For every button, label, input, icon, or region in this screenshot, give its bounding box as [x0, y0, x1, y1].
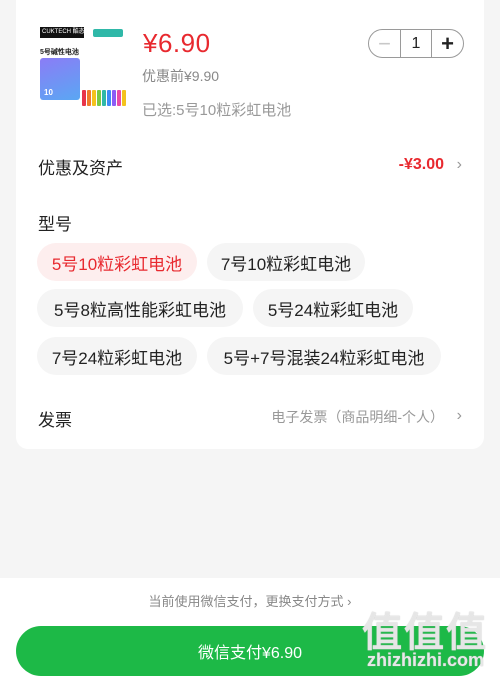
chevron-right-icon[interactable]: ›: [457, 156, 462, 174]
discount-label[interactable]: 优惠及资产: [38, 154, 123, 179]
product-price: ¥6.90: [143, 28, 211, 58]
battery-icon: [102, 90, 106, 106]
product-image: CUKTECH 酷态科 5号碱性电池 10: [38, 24, 126, 110]
thumb-brand: CUKTECH 酷态科: [40, 27, 84, 38]
quantity-value[interactable]: 1: [400, 30, 432, 57]
battery-icon: [112, 90, 116, 106]
model-option[interactable]: 5号10粒彩虹电池: [37, 243, 197, 281]
invoice-value[interactable]: 电子发票（商品明细-个人）: [271, 407, 444, 427]
payment-bar: 当前使用微信支付，更换支付方式 › 微信支付¥6.90 值值值 zhizhizh…: [0, 578, 500, 684]
selected-spec: 已选:5号10粒彩虹电池: [142, 102, 292, 119]
original-price: 优惠前¥9.90: [142, 68, 220, 84]
battery-icon: [107, 90, 111, 106]
watermark-text: zhizhizhi.com: [367, 650, 484, 670]
increase-button[interactable]: +: [432, 30, 463, 57]
battery-icon: [117, 90, 121, 106]
quantity-stepper: − 1 +: [368, 29, 464, 58]
invoice-label[interactable]: 发票: [38, 406, 72, 431]
discount-value[interactable]: -¥3.00: [399, 156, 444, 174]
model-option[interactable]: 5号8粒高性能彩虹电池: [37, 289, 243, 327]
chevron-right-icon[interactable]: ›: [457, 407, 462, 425]
battery-icon: [92, 90, 96, 106]
battery-icon: [82, 90, 86, 106]
thumb-title: 5号碱性电池: [40, 49, 79, 56]
model-option[interactable]: 5号+7号混装24粒彩虹电池: [207, 337, 441, 375]
watermark: 值值值 zhizhizhi.com: [336, 600, 488, 680]
model-option[interactable]: 7号10粒彩虹电池: [207, 243, 365, 281]
battery-icon: [97, 90, 101, 106]
model-label: 型号: [38, 215, 72, 234]
battery-row: [82, 90, 126, 106]
order-card: CUKTECH 酷态科 5号碱性电池 10 ¥6.90 优惠前¥9.90 已选:…: [16, 0, 484, 449]
model-option[interactable]: 7号24粒彩虹电池: [37, 337, 197, 375]
thumb-tag: [93, 29, 123, 37]
thumb-count: 10: [44, 88, 53, 97]
battery-icon: [122, 90, 126, 106]
decrease-button[interactable]: −: [369, 30, 400, 57]
battery-icon: [87, 90, 91, 106]
model-option[interactable]: 5号24粒彩虹电池: [253, 289, 413, 327]
